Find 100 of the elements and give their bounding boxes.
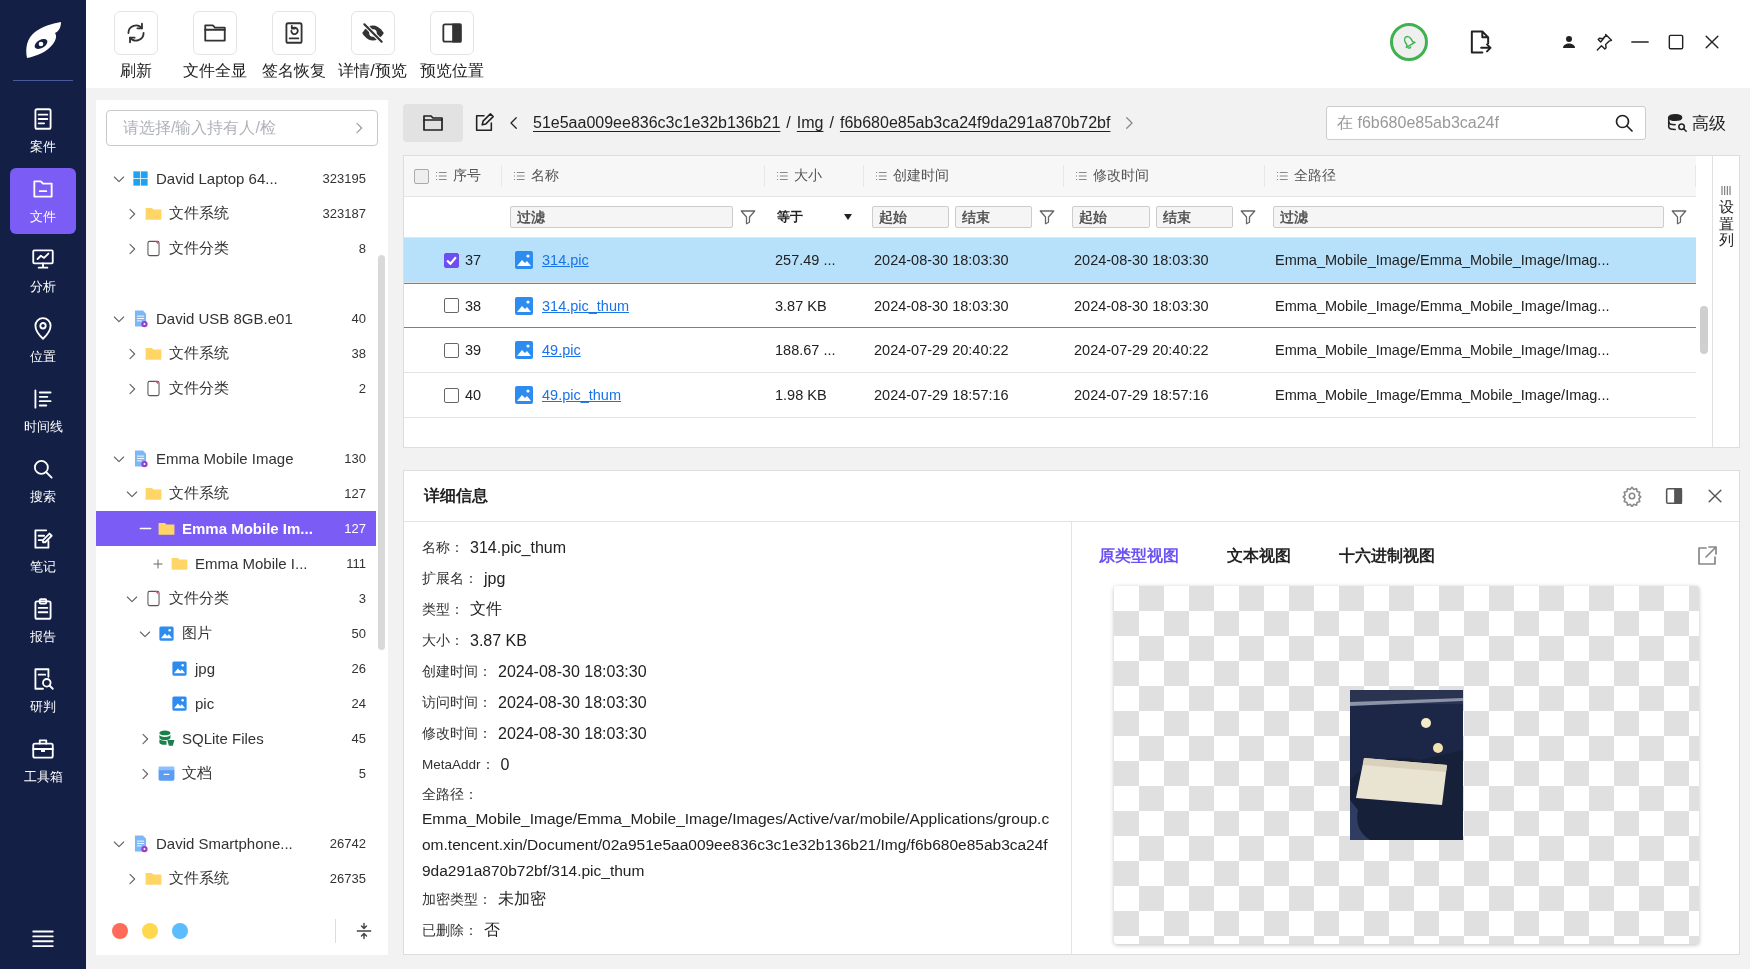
breadcrumb-link[interactable]: 51e5aa009ee836c3c1e32b136b21 bbox=[533, 114, 781, 132]
tree-item[interactable]: 文件系统 323187 bbox=[96, 196, 376, 231]
toolbar-button[interactable]: 签名恢复 bbox=[254, 0, 333, 82]
column-header[interactable]: 修改时间 bbox=[1093, 167, 1149, 185]
date-field[interactable]: 起始 bbox=[1072, 206, 1150, 228]
column-header[interactable]: 全路径 bbox=[1294, 167, 1336, 185]
field-label: MetaAddr： bbox=[422, 755, 495, 774]
tree-item[interactable]: Emma Mobile I... 111 bbox=[96, 546, 376, 581]
column-header[interactable]: 大小 bbox=[794, 167, 822, 185]
layout-button[interactable] bbox=[1663, 485, 1685, 507]
nav-item[interactable]: 分析 bbox=[10, 238, 76, 304]
item-count: 5 bbox=[358, 766, 366, 781]
table-cell: 3.87 KB bbox=[775, 297, 827, 314]
file-link[interactable]: 49.pic_thum bbox=[542, 387, 621, 403]
field-label: 修改时间： bbox=[422, 724, 492, 743]
filter-icon bbox=[1670, 208, 1688, 226]
tree-item[interactable]: 文件系统 127 bbox=[96, 476, 376, 511]
scrollbar[interactable] bbox=[378, 255, 385, 650]
date-field[interactable]: 起始 bbox=[872, 206, 949, 228]
tree-item[interactable]: pic 24 bbox=[96, 686, 376, 721]
open-external-button[interactable] bbox=[1695, 544, 1719, 568]
field-value: 2024-08-30 18:03:30 bbox=[498, 724, 647, 743]
filter-field[interactable]: 过滤 bbox=[510, 206, 733, 228]
field-label: 创建时间： bbox=[422, 662, 492, 681]
filter-field[interactable]: 过滤 bbox=[1273, 206, 1664, 228]
edit-button[interactable] bbox=[473, 112, 495, 134]
item-count: 130 bbox=[344, 451, 366, 466]
tree-item[interactable]: David Laptop 64... 323195 bbox=[96, 161, 376, 196]
column-header[interactable]: 创建时间 bbox=[893, 167, 949, 185]
color-tag[interactable] bbox=[112, 923, 128, 939]
image-icon bbox=[512, 383, 536, 407]
collapse-icon bbox=[354, 921, 374, 941]
toolbar-button[interactable]: 刷新 bbox=[96, 0, 175, 82]
field-value: 未加密 bbox=[498, 889, 546, 909]
tree-item[interactable]: jpg 26 bbox=[96, 651, 376, 686]
tree-item[interactable]: 图片 50 bbox=[96, 616, 376, 651]
tree-item-label: 文件分类 bbox=[169, 589, 230, 608]
column-settings-button[interactable]: 设置列 bbox=[1718, 186, 1734, 249]
row-checkbox[interactable] bbox=[444, 298, 459, 313]
tree-item[interactable]: Emma Mobile Im... 127 bbox=[96, 511, 376, 546]
nav-item[interactable]: 案件 bbox=[10, 98, 76, 164]
tree-item[interactable]: 文档 5 bbox=[96, 756, 376, 791]
view-tab[interactable]: 十六进制视图 bbox=[1339, 545, 1435, 567]
tree-item[interactable]: SQLite Files 45 bbox=[96, 721, 376, 756]
date-field[interactable]: 结束 bbox=[955, 206, 1032, 228]
folder-button[interactable] bbox=[403, 104, 463, 142]
select-all-checkbox[interactable] bbox=[414, 168, 429, 184]
color-tag[interactable] bbox=[172, 923, 188, 939]
row-checkbox[interactable] bbox=[444, 387, 459, 403]
breadcrumb-link[interactable]: Img bbox=[796, 114, 824, 132]
search-field[interactable]: 在 f6b680e85ab3ca24f bbox=[1326, 106, 1646, 140]
nav-item[interactable]: 搜索 bbox=[10, 448, 76, 514]
item-count: 111 bbox=[346, 556, 366, 571]
advanced-search-button[interactable]: 高级 bbox=[1656, 111, 1740, 135]
table-cell: 257.49 ... bbox=[775, 252, 836, 268]
nav-item[interactable]: 笔记 bbox=[10, 518, 76, 584]
view-tab[interactable]: 文本视图 bbox=[1227, 545, 1291, 567]
column-header[interactable]: 名称 bbox=[531, 167, 559, 185]
date-field[interactable]: 结束 bbox=[1155, 206, 1233, 228]
table-cell: 2024-08-30 18:03:30 bbox=[874, 297, 1009, 314]
tree-item[interactable]: 文件分类 3 bbox=[96, 581, 376, 616]
tree-item-label: David Smartphone... bbox=[156, 835, 294, 852]
tree-item[interactable]: David USB 8GB.e01 40 bbox=[96, 301, 376, 336]
field-value: 0 bbox=[500, 755, 510, 774]
toolbar-button[interactable]: 预览位置 bbox=[412, 0, 491, 82]
page-icon bbox=[144, 379, 163, 398]
tree-item[interactable]: 文件系统 26735 bbox=[96, 861, 376, 896]
nav-item[interactable]: 研判 bbox=[10, 658, 76, 724]
scrollbar[interactable] bbox=[1700, 306, 1708, 354]
tree-item[interactable]: Emma Mobile Image 130 bbox=[96, 441, 376, 476]
toolbox-icon bbox=[30, 736, 56, 762]
file-link[interactable]: 314.pic_thum bbox=[542, 297, 630, 314]
nav-item[interactable]: 时间线 bbox=[10, 378, 76, 444]
notification-button[interactable] bbox=[1390, 23, 1428, 61]
nav-item[interactable]: 报告 bbox=[10, 588, 76, 654]
tree-item[interactable]: David Smartphone... 26742 bbox=[96, 826, 376, 861]
tree-item[interactable]: 文件系统 38 bbox=[96, 336, 376, 371]
field-label: 扩展名： bbox=[422, 569, 478, 588]
column-header[interactable]: 序号 bbox=[453, 167, 481, 185]
field-label: 访问时间： bbox=[422, 693, 492, 712]
edit-icon bbox=[473, 112, 495, 134]
table-cell: Emma_Mobile_Image/Emma_Mobile_Image/Imag... bbox=[1275, 342, 1610, 358]
view-tab[interactable]: 原类型视图 bbox=[1099, 545, 1179, 567]
toolbar-button[interactable]: 文件全显 bbox=[175, 0, 254, 82]
file-link[interactable]: 49.pic bbox=[542, 342, 581, 358]
tree-item[interactable]: 文件分类 8 bbox=[96, 231, 376, 266]
row-checkbox[interactable] bbox=[444, 252, 459, 268]
color-tag[interactable] bbox=[142, 923, 158, 939]
breadcrumb-link[interactable]: f6b680e85ab3ca24f9da291a870b72bf bbox=[839, 114, 1111, 132]
row-checkbox[interactable] bbox=[444, 342, 459, 358]
nav-item[interactable]: 文件 bbox=[10, 168, 76, 234]
image-icon bbox=[512, 248, 536, 272]
nav-item[interactable]: 工具箱 bbox=[10, 728, 76, 794]
operator-select[interactable]: 等于 bbox=[773, 208, 856, 226]
settings-button[interactable] bbox=[1621, 485, 1643, 507]
nav-item[interactable]: 位置 bbox=[10, 308, 76, 374]
tree-item-label: Emma Mobile Image bbox=[156, 450, 295, 467]
toolbar-button[interactable]: 详情/预览 bbox=[333, 0, 412, 82]
tree-item[interactable]: 文件分类 2 bbox=[96, 371, 376, 406]
table-cell: 2024-08-30 18:03:30 bbox=[1074, 252, 1209, 268]
